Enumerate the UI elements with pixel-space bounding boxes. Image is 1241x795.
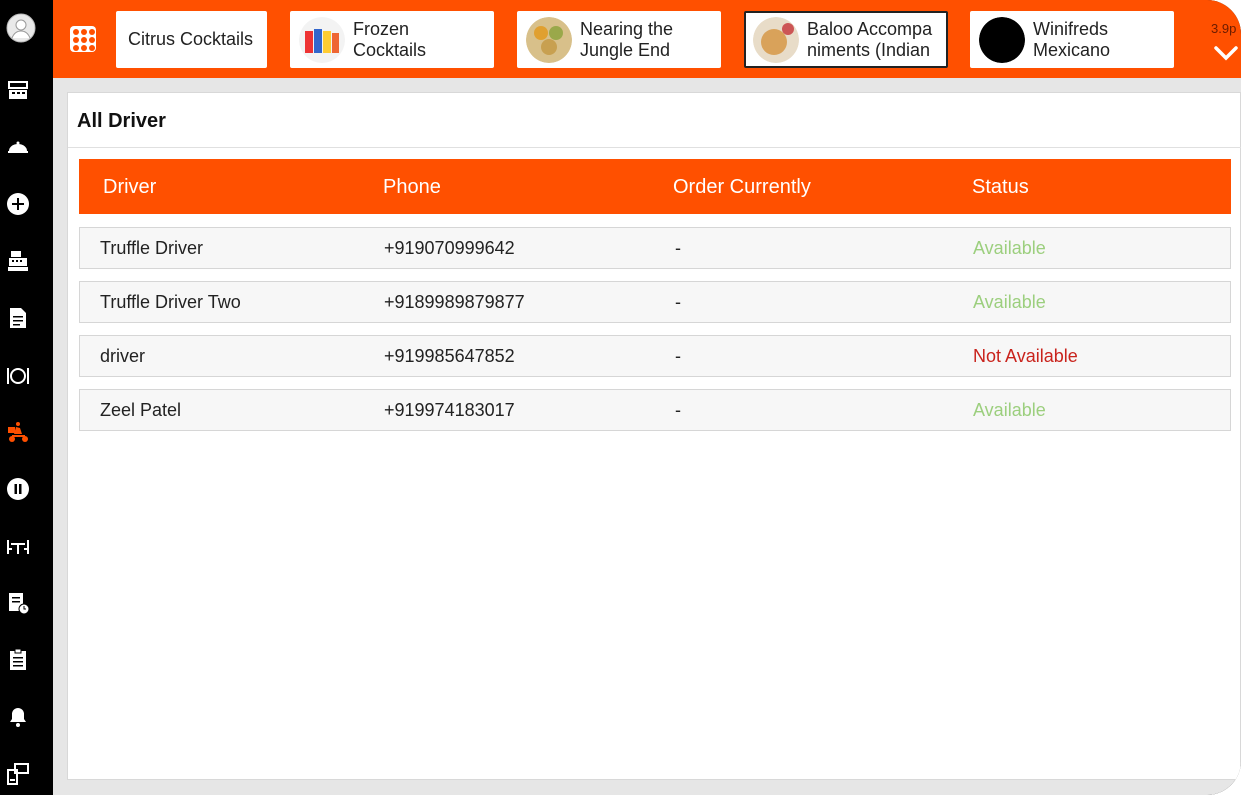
category-item[interactable]: Citrus Cocktails — [116, 11, 267, 68]
driver-phone: +919070999642 — [384, 238, 515, 258]
column-header-driver: Driver — [103, 176, 157, 198]
main-area: All Driver Driver Phone Order Currently … — [53, 78, 1241, 795]
table-row[interactable]: Truffle Driver +919070999642 - Available — [79, 227, 1231, 269]
partial-price-text: 3.9p — [1211, 21, 1237, 36]
driver-name: Zeel Patel — [100, 400, 182, 420]
driver-panel: All Driver Driver Phone Order Currently … — [67, 92, 1241, 780]
category-item[interactable]: Nearing the Jungle End — [517, 11, 721, 68]
app-frame: Citrus Cocktails Frozen Cocktails Nearin… — [0, 0, 1241, 795]
driver-name: driver — [100, 346, 146, 366]
category-label: Frozen Cocktails — [353, 18, 427, 60]
category-item-selected[interactable]: Baloo Accompa niments (Indian — [744, 11, 948, 68]
table-row[interactable]: Zeel Patel +919974183017 - Available — [79, 389, 1231, 431]
clipboard-list-icon[interactable] — [4, 646, 32, 674]
driver-order: - — [675, 238, 681, 258]
sidebar — [0, 0, 53, 795]
profile-icon[interactable] — [6, 13, 36, 43]
column-header-order: Order Currently — [673, 176, 811, 198]
category-label: Baloo Accompa niments (Indian — [807, 18, 933, 60]
category-label: Winifreds Mexicano — [1033, 18, 1111, 60]
status-badge: Not Available — [973, 346, 1078, 366]
cash-register-icon[interactable] — [4, 247, 32, 275]
report-clock-icon[interactable] — [4, 589, 32, 617]
driver-order: - — [675, 346, 681, 366]
placeholder-thumbnail-icon — [979, 16, 1025, 63]
driver-name: Truffle Driver Two — [100, 292, 241, 312]
driver-phone: +9189989879877 — [384, 292, 525, 312]
pos-terminal-icon[interactable] — [4, 76, 32, 104]
pause-circle-icon[interactable] — [4, 475, 32, 503]
page-title: All Driver — [77, 110, 166, 132]
driver-phone: +919974183017 — [384, 400, 515, 420]
driver-order: - — [675, 400, 681, 420]
table-row[interactable]: driver +919985647852 - Not Available — [79, 335, 1231, 377]
puri-thumbnail-icon — [753, 16, 799, 63]
driver-order: - — [675, 292, 681, 312]
chevron-down-icon[interactable] — [1213, 44, 1239, 62]
category-label: Citrus Cocktails — [128, 29, 254, 49]
column-header-status: Status — [972, 176, 1029, 198]
table-row[interactable]: Truffle Driver Two +9189989879877 - Avai… — [79, 281, 1231, 323]
divider — [68, 147, 1241, 148]
bell-icon[interactable] — [4, 703, 32, 731]
add-circle-icon[interactable] — [4, 190, 32, 218]
category-bar: Citrus Cocktails Frozen Cocktails Nearin… — [53, 0, 1241, 78]
apps-grid-icon[interactable] — [70, 26, 96, 52]
plate-cutlery-icon[interactable] — [4, 361, 32, 389]
driver-name: Truffle Driver — [100, 238, 204, 258]
category-item[interactable]: Winifreds Mexicano — [970, 11, 1174, 68]
drink-thumbnail-icon — [299, 16, 345, 63]
category-label: Nearing the Jungle End — [580, 18, 674, 60]
food-thumbnail-icon — [526, 16, 572, 63]
driver-phone: +919985647852 — [384, 346, 515, 366]
table-header: Driver Phone Order Currently Status — [79, 159, 1231, 214]
status-badge: Available — [973, 400, 1046, 420]
status-badge: Available — [973, 238, 1046, 258]
column-header-phone: Phone — [383, 176, 441, 198]
status-badge: Available — [973, 292, 1046, 312]
delivery-scooter-icon[interactable] — [4, 418, 32, 446]
food-tray-icon[interactable] — [4, 133, 32, 161]
category-item[interactable]: Frozen Cocktails — [290, 11, 494, 68]
table-chairs-icon[interactable] — [4, 532, 32, 560]
kiosk-icon[interactable] — [4, 760, 32, 788]
document-icon[interactable] — [4, 304, 32, 332]
